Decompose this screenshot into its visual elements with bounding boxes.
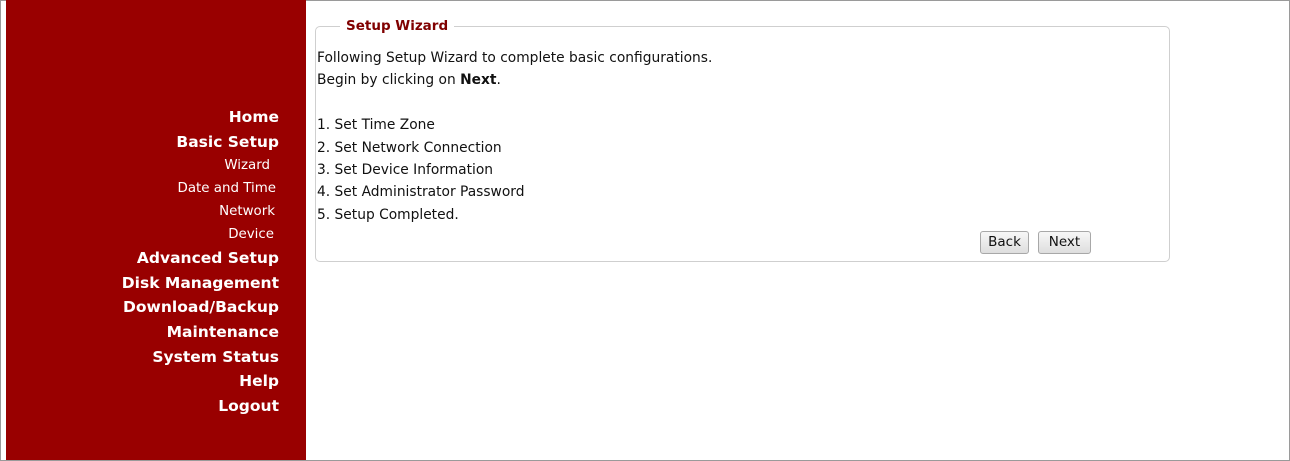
sidebar-item-basic-setup[interactable]: Basic Setup — [122, 130, 279, 155]
intro-instruction-next: Next — [460, 72, 497, 89]
sidebar-item-logout[interactable]: Logout — [122, 394, 279, 419]
sidebar: Home Basic Setup Wizard Date and Time Ne… — [6, 0, 306, 460]
sidebar-menu: Home Basic Setup Wizard Date and Time Ne… — [122, 105, 279, 418]
intro-instruction-suffix: . — [496, 72, 501, 89]
step-item: 3. Set Device Information — [317, 161, 494, 178]
step-item: 1. Set Time Zone — [317, 117, 435, 134]
sidebar-item-advanced-setup[interactable]: Advanced Setup — [122, 246, 279, 271]
panel-legend: Setup Wizard — [340, 15, 455, 37]
intro-instruction: Begin by clicking on Next. — [317, 69, 712, 91]
sidebar-item-system-status[interactable]: System Status — [122, 345, 279, 370]
step-item: 5. Setup Completed. — [317, 206, 459, 223]
sidebar-subitem-date-and-time[interactable]: Date and Time — [122, 177, 279, 200]
intro-text: Following Setup Wizard to complete basic… — [317, 50, 713, 66]
intro-instruction-prefix: Begin by clicking on — [317, 72, 461, 89]
sidebar-item-download-backup[interactable]: Download/Backup — [122, 295, 279, 320]
sidebar-item-help[interactable]: Help — [122, 369, 279, 394]
sidebar-item-home[interactable]: Home — [122, 105, 279, 130]
step-item: 2. Set Network Connection — [317, 139, 502, 156]
sidebar-subitem-wizard[interactable]: Wizard — [122, 154, 279, 177]
sidebar-item-disk-management[interactable]: Disk Management — [122, 271, 279, 296]
step-item: 4. Set Administrator Password — [317, 184, 525, 201]
next-button[interactable]: Next — [1038, 231, 1091, 254]
sidebar-subitem-network[interactable]: Network — [122, 200, 279, 223]
back-button[interactable]: Back — [980, 231, 1029, 254]
sidebar-item-maintenance[interactable]: Maintenance — [122, 320, 279, 345]
wizard-content: Following Setup Wizard to complete basic… — [317, 47, 712, 226]
sidebar-subitem-device[interactable]: Device — [122, 223, 279, 246]
